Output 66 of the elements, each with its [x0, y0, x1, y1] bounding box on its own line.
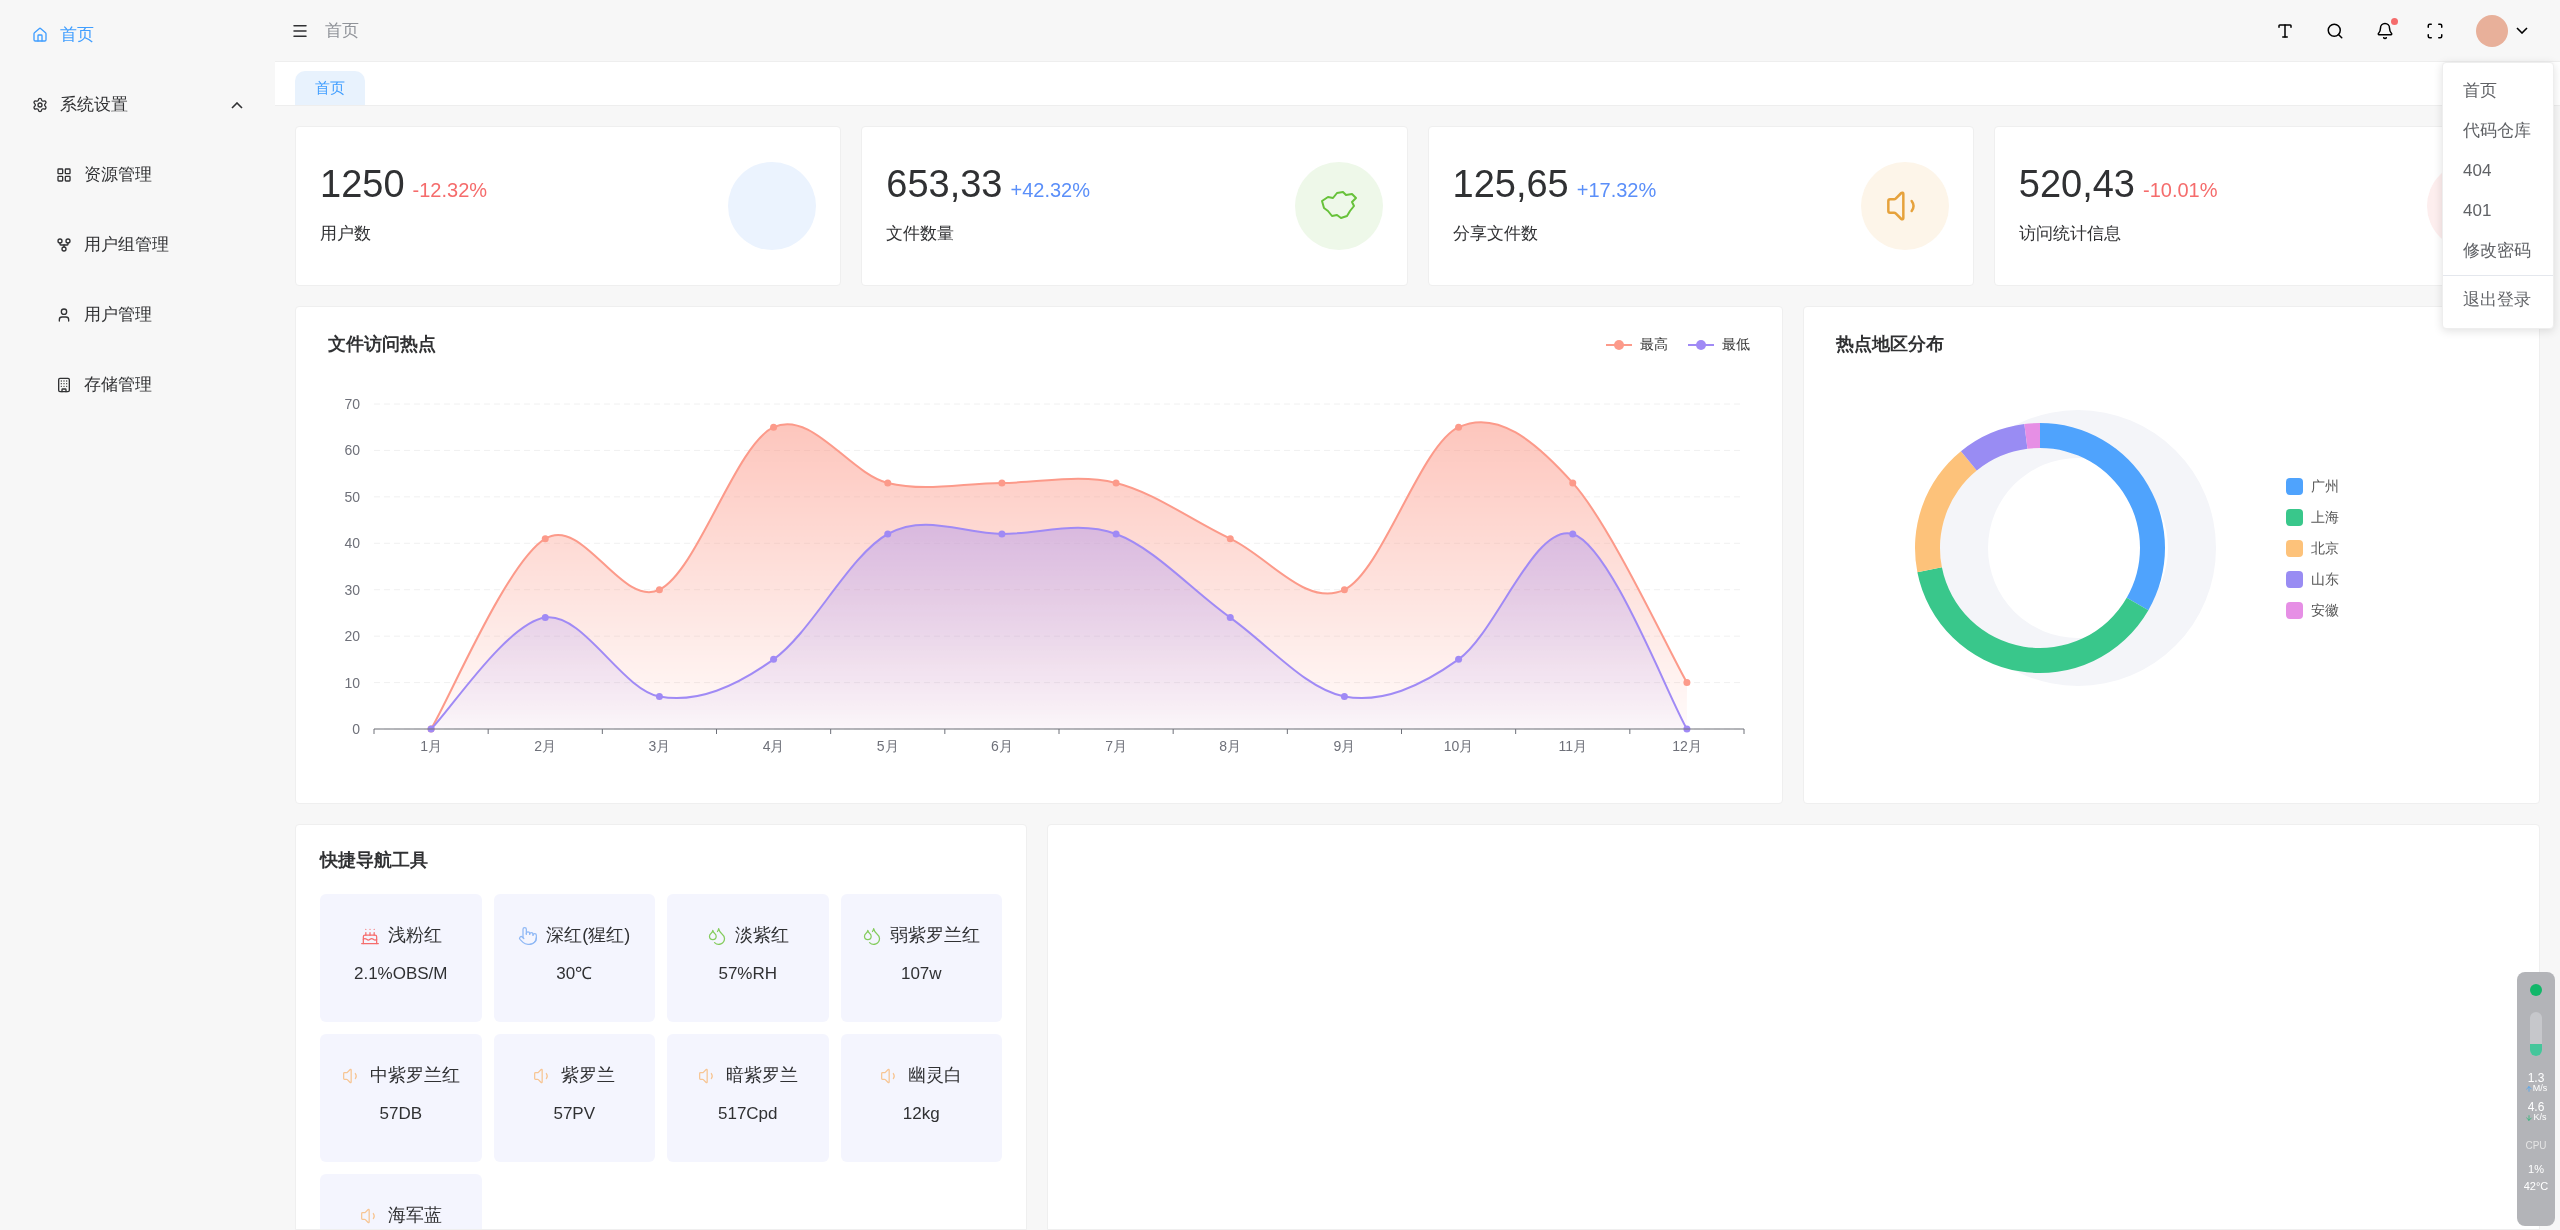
legend-label: 上海	[2311, 507, 2339, 527]
x-tick-label: 6月	[991, 738, 1013, 754]
upload-speed: 1.3	[2527, 1072, 2545, 1084]
stat-label: 访问统计信息	[2018, 223, 2122, 246]
tile-label: 中紫罗兰红	[369, 1064, 460, 1087]
tile-value: 57DB	[379, 1103, 422, 1125]
x-tick-label: 8月	[1219, 738, 1242, 754]
x-tick-label: 1月	[420, 738, 442, 754]
x-tick-label: 3月	[648, 738, 671, 754]
stat-change: -10.01%	[2143, 178, 2218, 204]
x-tick-label: 10月	[1443, 738, 1474, 754]
tile-value: 57%RH	[718, 963, 778, 985]
tile-value: 517Cpd	[717, 1103, 778, 1125]
y-tick-label: 70	[344, 396, 360, 412]
cpu-usage: 1%	[2528, 1162, 2544, 1177]
x-tick-label: 11月	[1558, 738, 1587, 754]
tile-value: 30℃	[556, 963, 593, 985]
legend-label: 最低	[1722, 335, 1750, 354]
tile-label: 紫罗兰	[561, 1064, 616, 1087]
stat-change: +17.32%	[1576, 178, 1657, 204]
y-tick-label: 0	[352, 721, 360, 737]
temperature: 42°C	[2523, 1178, 2549, 1194]
y-tick-label: 20	[344, 628, 360, 645]
tile-label: 幽灵白	[908, 1064, 963, 1087]
x-tick-label: 2月	[534, 738, 557, 754]
tile-value: 107w	[900, 963, 942, 985]
y-tick-label: 40	[344, 535, 360, 552]
stat-value: 1250	[320, 165, 405, 204]
y-tick-label: 30	[344, 581, 360, 598]
card-title: 快捷导航工具	[320, 849, 429, 872]
tile-label: 暗紫罗兰	[725, 1064, 798, 1087]
upload-unit: M/s	[2532, 1084, 2548, 1093]
tile-value: 2.1%OBS/M	[353, 963, 448, 985]
stat-value: 653,33	[886, 165, 1003, 204]
legend-label: 安徽	[2311, 600, 2339, 620]
legend-label: 山东	[2311, 569, 2339, 589]
breadcrumb: 首页	[325, 19, 359, 42]
x-tick-label: 12月	[1672, 738, 1702, 754]
stat-label: 用户数	[320, 223, 372, 246]
x-tick-label: 7月	[1105, 738, 1127, 754]
x-tick-label: 9月	[1333, 738, 1356, 754]
x-tick-label: 5月	[876, 738, 899, 754]
download-speed: 4.6	[2527, 1101, 2545, 1113]
stat-label: 文件数量	[886, 223, 956, 246]
stat-change: -12.32%	[412, 178, 488, 204]
download-unit: K/s	[2533, 1113, 2547, 1122]
x-tick-label: 4月	[762, 738, 785, 754]
tile-label: 浅粉红	[387, 924, 442, 947]
stat-change: +42.32%	[1010, 178, 1090, 204]
tile-label: 深红(猩红)	[546, 924, 631, 947]
tile-value: 12kg	[902, 1103, 940, 1125]
stat-label: 分享文件数	[1452, 223, 1539, 246]
stat-value: 520,43	[2018, 165, 2135, 204]
card-title: 文件访问热点	[328, 333, 436, 356]
legend-label: 最高	[1640, 335, 1668, 354]
y-tick-label: 50	[344, 488, 360, 505]
card-title: 热点地区分布	[1836, 334, 1944, 354]
y-tick-label: 60	[344, 442, 360, 459]
tile-label: 弱紫罗兰红	[890, 924, 981, 947]
y-tick-label: 10	[344, 674, 360, 691]
tile-label: 海军蓝	[387, 1204, 442, 1227]
legend-label: 广州	[2311, 476, 2339, 496]
stat-value: 125,65	[1452, 165, 1569, 204]
tile-value: 57PV	[553, 1103, 596, 1125]
legend-label: 北京	[2311, 538, 2339, 558]
tile-label: 淡紫红	[734, 924, 789, 947]
